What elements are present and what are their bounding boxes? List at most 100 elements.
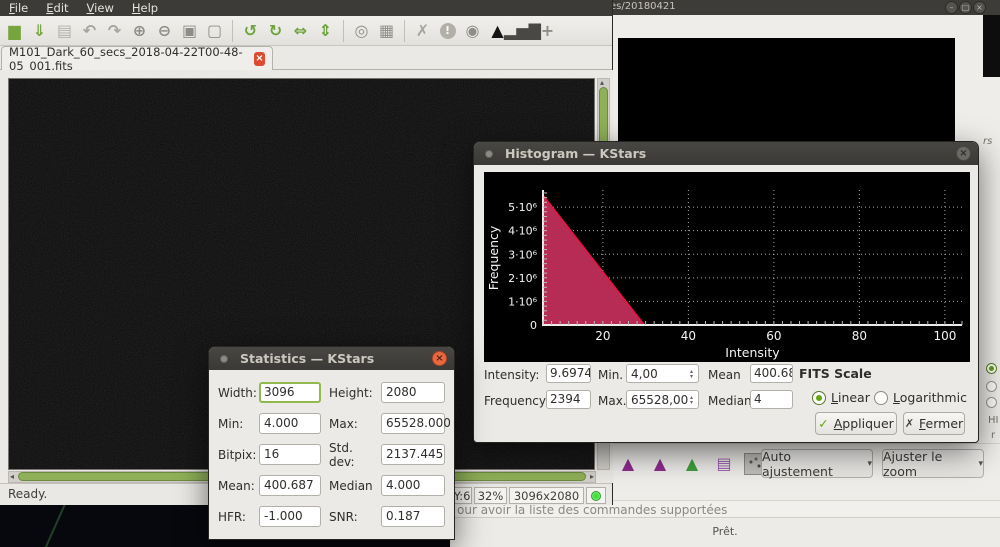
background-window-title: es/20180421 bbox=[610, 1, 676, 12]
stat-label: Min: bbox=[218, 416, 244, 431]
intensity-field[interactable]: 9.69746 bbox=[546, 364, 591, 383]
spinner-arrows-icon[interactable]: ▴ ▾ bbox=[686, 391, 697, 408]
zoom-out-icon: ⊖ bbox=[157, 21, 172, 40]
stat-field[interactable]: 4.000 bbox=[259, 413, 321, 434]
center-telescope-icon[interactable]: ◉ bbox=[460, 18, 485, 44]
svg-text:5·10⁶: 5·10⁶ bbox=[508, 201, 537, 214]
auto-stretch-dropdown[interactable]: Auto ajustement ▾ bbox=[761, 448, 873, 479]
auto-stretch-label: Auto ajustement bbox=[762, 448, 833, 479]
tab-fits-file[interactable]: M101_Dark_60_secs_2018-04-22T00-48-05_00… bbox=[1, 45, 273, 73]
histogram-purple-icon[interactable]: ▲ bbox=[648, 452, 672, 476]
tab-close-icon[interactable]: × bbox=[253, 51, 265, 66]
stat-field[interactable]: 400.687 bbox=[259, 475, 321, 496]
save-file-icon[interactable]: ⇓ bbox=[27, 18, 52, 44]
menu-view[interactable]: View bbox=[78, 0, 123, 16]
menu-help[interactable]: Help bbox=[123, 0, 167, 16]
max-value[interactable]: 65528,00 bbox=[631, 393, 688, 407]
statistics-titlebar[interactable]: Statistics — KStars × bbox=[209, 347, 454, 370]
zoom-actual-icon[interactable]: ▣ bbox=[177, 18, 202, 44]
stat-field[interactable]: 4.000 bbox=[381, 475, 445, 496]
mean-field[interactable]: 400.687 bbox=[750, 364, 793, 383]
pan-icon: + bbox=[540, 21, 555, 40]
statistics-icon[interactable]: ▂▅▇ bbox=[504, 18, 541, 44]
histogram-chart[interactable]: 20 40 60 80 100 0 1·10⁶ 2·10⁶ 3·10⁶ 4·10⁶ 5·10⁶ Int… bbox=[484, 172, 970, 362]
histogram-icon: ▲ bbox=[491, 21, 504, 40]
histogram-color-icon[interactable]: ▲ bbox=[680, 452, 704, 476]
zoom-out-icon[interactable]: ⊖ bbox=[152, 18, 177, 44]
clipped-text-fragment: rs bbox=[983, 136, 993, 147]
stat-field[interactable]: 0.187 bbox=[381, 506, 445, 527]
flip-horizontal-icon[interactable]: ⇔ bbox=[288, 18, 313, 44]
stat-field[interactable]: 65528.000 bbox=[381, 413, 451, 434]
main-toolbar: ▆ ⇓ ▤ ↶ ↷ ⊕ ⊖ ▣ ▢ ↺ ↻ ⇔ ⇕ ◎ ▦ ✗! ◉ ▲ ▂▅▇ + bbox=[0, 16, 612, 46]
fit-to-window-icon[interactable]: ▢ bbox=[202, 18, 227, 44]
mark-stars-icon[interactable]: ✗ bbox=[410, 18, 435, 44]
statistics-row: HFR: -1.000 SNR: 0.187 bbox=[218, 506, 445, 527]
stat-field[interactable]: 2080 bbox=[381, 382, 445, 403]
center-crosshair-icon: ◎ bbox=[354, 21, 369, 40]
radio-logarithmic[interactable]: Logarithmic bbox=[874, 390, 967, 405]
open-file-icon[interactable]: ▆ bbox=[2, 18, 27, 44]
stat-field[interactable]: 2137.445 bbox=[381, 444, 445, 465]
rotate-cw-icon[interactable]: ↻ bbox=[263, 18, 288, 44]
close-window-button[interactable]: × bbox=[973, 1, 986, 14]
undo-icon[interactable]: ↶ bbox=[77, 18, 102, 44]
zoom-actual-icon: ▣ bbox=[181, 21, 198, 40]
pixel-grid-icon[interactable]: ▦ bbox=[374, 18, 399, 44]
background-bottom-bar: Prêt. bbox=[450, 519, 1000, 547]
redo-icon[interactable]: ↷ bbox=[102, 18, 127, 44]
menu-file[interactable]: File bbox=[0, 0, 37, 16]
alert-icon[interactable]: ! bbox=[435, 18, 460, 44]
radio-fragment[interactable] bbox=[986, 381, 997, 392]
svg-text:60: 60 bbox=[766, 329, 781, 343]
zoom-level: 32% bbox=[474, 487, 507, 504]
maximize-button[interactable]: □ bbox=[959, 1, 972, 14]
fit-zoom-dropdown[interactable]: Ajuster le zoom ▾ bbox=[882, 449, 984, 479]
median-field[interactable]: 4 bbox=[750, 390, 793, 409]
median-label: Median bbox=[708, 394, 752, 408]
minimize-button[interactable]: – bbox=[945, 1, 958, 14]
status-ready-text: Ready. bbox=[8, 487, 48, 501]
center-crosshair-icon[interactable]: ◎ bbox=[349, 18, 374, 44]
stat-label: Std. dev: bbox=[329, 440, 355, 469]
radio-selected-fragment[interactable] bbox=[986, 363, 997, 374]
max-spinbox[interactable]: 65528,00 ▴ ▾ bbox=[626, 390, 699, 409]
close-button[interactable]: ✗ Fermer bbox=[903, 412, 965, 435]
close-icon[interactable]: × bbox=[956, 146, 971, 161]
rotate-ccw-icon[interactable]: ↺ bbox=[238, 18, 263, 44]
alert-icon: ! bbox=[439, 22, 456, 39]
fits-header-icon[interactable]: ▤ bbox=[52, 18, 77, 44]
apply-button-label: Appliquer bbox=[833, 416, 894, 431]
stat-field[interactable]: 3096 bbox=[259, 382, 321, 403]
window-menu-icon[interactable] bbox=[485, 150, 493, 158]
rotate-cw-icon: ↻ bbox=[268, 21, 283, 40]
stat-field[interactable]: 16 bbox=[259, 444, 321, 465]
histogram-clip-icon[interactable]: ▲ bbox=[616, 452, 640, 476]
histogram-titlebar[interactable]: Histogram — KStars × bbox=[474, 142, 978, 165]
zoom-in-icon[interactable]: ⊕ bbox=[127, 18, 152, 44]
statistics-row: Min: 4.000 Max: 65528.000 bbox=[218, 413, 451, 434]
stat-label: Mean: bbox=[218, 478, 255, 493]
skymap-line bbox=[37, 498, 69, 547]
menu-edit[interactable]: Edit bbox=[37, 0, 77, 16]
statistics-body: Width: 3096 Height: 2080 Min: 4.000 Max: 65528.… bbox=[209, 370, 454, 539]
tab-bar: M101_Dark_60_secs_2018-04-22T00-48-05_00… bbox=[0, 45, 612, 73]
fits-header-purple-icon[interactable]: ▤ bbox=[712, 452, 736, 476]
stat-field[interactable]: -1.000 bbox=[259, 506, 321, 527]
apply-button[interactable]: ✓ Appliquer bbox=[815, 412, 897, 435]
radio-label: Linear bbox=[831, 390, 870, 405]
flip-vertical-icon[interactable]: ⇕ bbox=[313, 18, 338, 44]
spinner-arrows-icon[interactable]: ▴ ▾ bbox=[686, 365, 697, 382]
min-value[interactable]: 4,00 bbox=[631, 367, 658, 381]
svg-text:20: 20 bbox=[595, 329, 610, 343]
min-spinbox[interactable]: 4,00 ▴ ▾ bbox=[626, 364, 699, 383]
radio-linear[interactable]: Linear bbox=[812, 390, 870, 405]
pan-icon[interactable]: + bbox=[535, 18, 560, 44]
window-menu-icon[interactable] bbox=[220, 355, 228, 363]
radio-fragment[interactable] bbox=[986, 397, 997, 408]
statistics-dialog: Statistics — KStars × Width: 3096 Height: 2… bbox=[208, 346, 455, 540]
close-icon[interactable]: × bbox=[432, 351, 447, 366]
svg-text:1·10⁶: 1·10⁶ bbox=[508, 295, 537, 308]
frequency-field[interactable]: 2394 bbox=[546, 390, 591, 409]
redo-icon: ↷ bbox=[107, 21, 122, 40]
